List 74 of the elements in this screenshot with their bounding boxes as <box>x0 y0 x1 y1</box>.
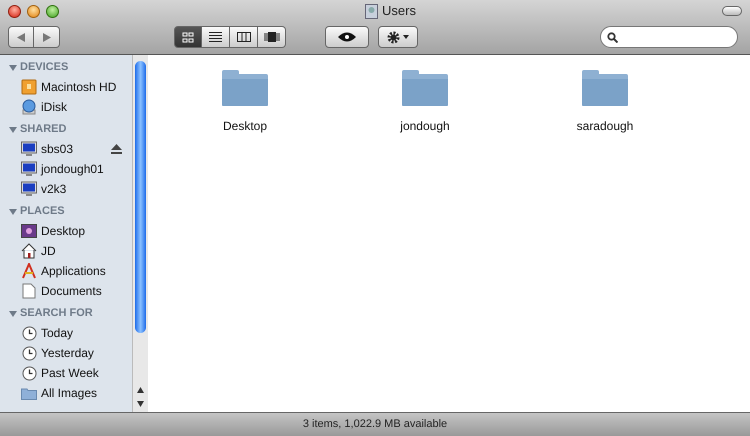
globe-disk-icon <box>21 99 37 115</box>
zoom-button[interactable] <box>46 4 59 18</box>
view-mode-button[interactable] <box>258 26 286 48</box>
view-mode-button[interactable] <box>202 26 230 48</box>
coverflow-icon <box>264 32 280 42</box>
left-triangle-icon <box>17 32 25 42</box>
folder-icon <box>581 69 629 107</box>
clock-icon <box>22 326 36 340</box>
forward-button[interactable] <box>34 26 60 48</box>
toolbar-toggle-button[interactable] <box>722 6 742 16</box>
search-icon <box>607 32 618 42</box>
list-icon <box>209 32 222 42</box>
monitor-icon <box>21 161 37 177</box>
folder-icon <box>21 386 37 400</box>
sidebar-item[interactable]: Documents <box>0 281 132 301</box>
sidebar-item[interactable]: Yesterday <box>0 343 132 363</box>
sidebar-item[interactable]: Today <box>0 323 132 343</box>
disclosure-triangle-icon[interactable] <box>9 64 17 72</box>
sidebar-item[interactable]: All Images <box>0 383 132 403</box>
scroll-thumb[interactable] <box>135 61 146 333</box>
sidebar-item[interactable]: Past Week <box>0 363 132 383</box>
eject-icon[interactable] <box>111 144 122 154</box>
sidebar-item[interactable]: sbs03 <box>0 139 132 159</box>
section-header: SHARED <box>20 122 66 138</box>
folder-icon <box>401 69 449 107</box>
sidebar-item[interactable]: Desktop <box>0 221 132 241</box>
desktop-picture-icon <box>21 224 37 238</box>
status-text: 3 items, 1,022.9 MB available <box>302 417 448 432</box>
folder-item[interactable]: Desktop <box>187 69 303 135</box>
folder-name: Desktop <box>222 118 268 135</box>
section-header: DEVICES <box>20 60 68 76</box>
monitor-icon <box>21 141 37 157</box>
right-triangle-icon <box>42 32 50 42</box>
back-button[interactable] <box>8 26 34 48</box>
search-field[interactable] <box>600 26 738 48</box>
folder-icon <box>221 69 269 107</box>
sidebar-item[interactable]: iDisk <box>0 97 132 117</box>
house-icon <box>21 243 37 259</box>
action-menu-button[interactable] <box>378 26 418 48</box>
disclosure-triangle-icon[interactable] <box>9 126 17 134</box>
sidebar-item[interactable]: JD <box>0 241 132 261</box>
window-title: Users <box>382 2 416 20</box>
view-mode-button[interactable] <box>230 26 258 48</box>
section-header: SEARCH FOR <box>20 306 93 322</box>
folder-name: jondough <box>400 118 450 135</box>
disclosure-triangle-icon[interactable] <box>9 310 17 318</box>
document-icon <box>22 283 36 299</box>
sidebar-item[interactable]: v2k3 <box>0 179 132 199</box>
eye-icon <box>338 32 356 42</box>
close-button[interactable] <box>8 4 21 18</box>
grid-icon <box>182 32 194 42</box>
hard-drive-icon <box>21 79 37 95</box>
section-header: PLACES <box>20 204 65 220</box>
caret-icon <box>403 35 409 39</box>
folder-name: saradough <box>576 118 634 135</box>
pencil-ruler-icon <box>21 263 37 279</box>
minimize-button[interactable] <box>27 4 40 18</box>
folder-item[interactable]: saradough <box>547 69 663 135</box>
monitor-icon <box>21 181 37 197</box>
sidebar-item[interactable]: Macintosh HD <box>0 77 132 97</box>
gear-icon <box>387 30 400 44</box>
sidebar-item[interactable]: Applications <box>0 261 132 281</box>
drive-icon <box>365 4 378 18</box>
columns-icon <box>236 32 250 42</box>
clock-icon <box>22 366 36 380</box>
folder-item[interactable]: jondough <box>367 69 483 135</box>
view-mode-button[interactable] <box>174 26 202 48</box>
disclosure-triangle-icon[interactable] <box>9 208 17 216</box>
scrollbar[interactable] <box>132 55 148 412</box>
clock-icon <box>22 346 36 360</box>
scroll-up-icon[interactable] <box>137 387 144 393</box>
sidebar-item[interactable]: jondough01 <box>0 159 132 179</box>
quick-look-button[interactable] <box>325 26 369 48</box>
scroll-down-icon[interactable] <box>137 401 144 407</box>
